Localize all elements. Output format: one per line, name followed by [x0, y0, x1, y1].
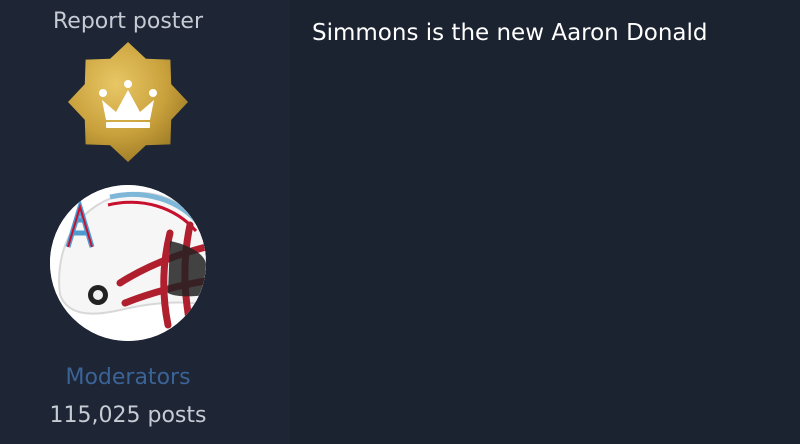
avatar[interactable] [50, 185, 206, 341]
rank-badge [66, 40, 190, 164]
post-count: 115,025 posts [49, 403, 207, 428]
author-panel: Report poster Moderators 115,025 posts [0, 0, 290, 444]
group-name-link[interactable]: Moderators [0, 364, 256, 392]
crown-icon [68, 42, 188, 162]
report-poster-link[interactable]: Report poster [0, 8, 256, 36]
oilers-helmet-icon [50, 185, 206, 341]
post-content: Simmons is the new Aaron Donald [312, 20, 708, 46]
